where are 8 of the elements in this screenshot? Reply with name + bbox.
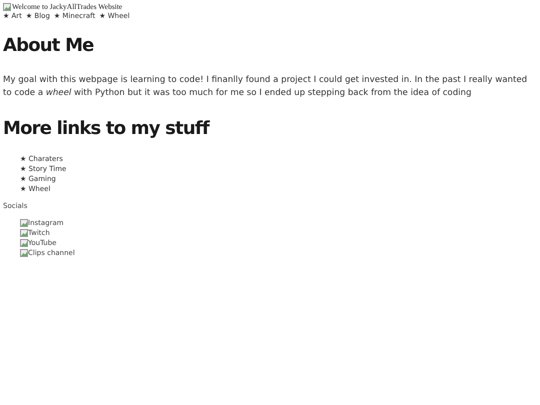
broken-image-icon (20, 219, 28, 227)
broken-image-icon (20, 239, 28, 247)
section-heading: About Me (3, 34, 95, 58)
broken-image-icon (20, 249, 28, 257)
broken-image-icon (3, 2, 11, 10)
about-paragraph: My goal with this webpage is learning to code! I finanlly found a project I could get invested in. In the past I really wanted to code a wheel with Python but it was too much for me so I ended up stepping back from the idea of coding (3, 74, 528, 100)
broken-image-icon (20, 229, 28, 237)
section-heading: More links to my stuff (3, 117, 211, 141)
